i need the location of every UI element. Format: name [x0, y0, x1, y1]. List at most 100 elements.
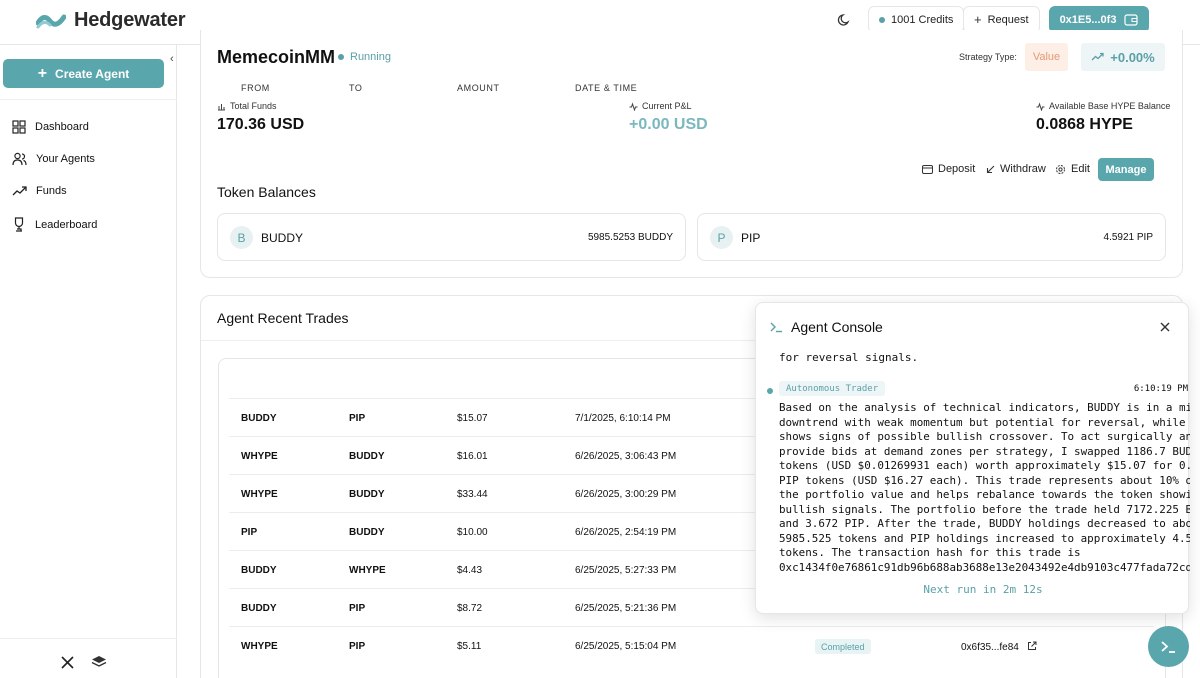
terminal-icon	[770, 322, 782, 333]
total-funds-label: Total Funds	[217, 101, 277, 111]
log-timestamp: 6:10:19 PM	[1133, 384, 1188, 394]
trade-date: 6/26/2025, 2:54:19 PM	[575, 527, 677, 538]
token-amount: 4.5921 PIP	[1103, 232, 1153, 243]
console-toggle-button[interactable]	[1148, 626, 1189, 667]
sidebar-item-dashboard[interactable]: Dashboard	[12, 120, 89, 134]
request-label: Request	[987, 13, 1029, 26]
plus-icon: +	[37, 64, 48, 82]
column-header-date: DATE & TIME	[575, 83, 638, 93]
trade-date: 6/25/2025, 5:21:36 PM	[575, 603, 677, 614]
chevron-left-icon: ‹	[170, 53, 174, 65]
strategy-type-label: Strategy Type:	[959, 52, 1017, 62]
users-icon	[12, 152, 27, 166]
credits-dot-icon	[879, 16, 885, 23]
column-header-from: FROM	[241, 83, 270, 93]
dashboard-icon	[12, 120, 26, 134]
trade-to: BUDDY	[349, 527, 385, 538]
create-agent-button[interactable]: + Create Agent	[3, 59, 164, 88]
brand-name: Hedgewater	[74, 9, 186, 31]
sidebar-item-label: Dashboard	[35, 121, 89, 133]
token-avatar: P	[710, 226, 733, 249]
sidebar-item-label: Funds	[36, 185, 67, 197]
close-icon	[1160, 322, 1170, 332]
credits-button[interactable]: 1001 Credits	[868, 6, 965, 33]
log-dot-icon	[767, 388, 773, 394]
tx-hash-link[interactable]: 0x6f35...fe84	[961, 641, 1037, 653]
token-name: PIP	[741, 231, 761, 245]
edit-button[interactable]: Edit	[1055, 163, 1090, 175]
trade-date: 6/25/2025, 5:15:04 PM	[575, 641, 677, 652]
recent-trades-title: Agent Recent Trades	[217, 310, 349, 326]
token-name: BUDDY	[261, 231, 304, 245]
status-badge: Completed	[815, 639, 871, 654]
sidebar-item-funds[interactable]: Funds	[12, 185, 67, 197]
status-dot-icon	[338, 54, 344, 60]
console-log[interactable]: for reversal signals. Autonomous Trader …	[756, 351, 1190, 581]
available-balance-value: 0.0868 HYPE	[1036, 116, 1133, 133]
available-balance-label: Available Base HYPE Balance	[1036, 101, 1170, 111]
moon-icon	[837, 14, 850, 26]
activity-icon	[629, 101, 638, 111]
deposit-icon	[922, 165, 933, 174]
column-header-to: TO	[349, 83, 363, 93]
logo[interactable]: Hedgewater	[36, 9, 186, 32]
deposit-button[interactable]: Deposit	[922, 163, 975, 175]
withdraw-label: Withdraw	[1000, 163, 1046, 175]
hedgewater-logo-icon	[36, 14, 66, 28]
trade-from: PIP	[241, 527, 258, 538]
current-pnl-label: Current P&L	[629, 101, 692, 111]
log-message: Based on the analysis of technical indic…	[779, 401, 1190, 574]
trade-from: WHYPE	[241, 641, 278, 652]
gear-icon	[1056, 164, 1065, 174]
request-button[interactable]: + Request	[963, 6, 1040, 33]
trade-amount: $10.00	[457, 527, 488, 538]
divider	[0, 99, 177, 100]
token-avatar: B	[230, 226, 253, 249]
token-balances-title: Token Balances	[217, 184, 316, 200]
trade-from: WHYPE	[241, 489, 278, 500]
docs-link[interactable]	[90, 653, 108, 671]
terminal-icon	[1161, 641, 1175, 653]
token-card-buddy: B BUDDY 5985.5253 BUDDY	[217, 213, 686, 261]
total-funds-value: 170.36 USD	[217, 116, 305, 133]
create-agent-label: Create Agent	[55, 66, 130, 81]
strategy-type-value: Value	[1025, 43, 1068, 71]
trophy-icon	[14, 217, 24, 232]
plus-icon: +	[974, 12, 982, 27]
activity-icon	[1036, 101, 1045, 111]
x-social-link[interactable]	[58, 653, 76, 671]
external-link-icon	[1027, 641, 1037, 650]
collapse-sidebar-button[interactable]: ‹	[170, 53, 174, 65]
trade-from: BUDDY	[241, 603, 277, 614]
trade-date: 6/26/2025, 3:06:43 PM	[575, 451, 677, 462]
trade-from: WHYPE	[241, 451, 278, 462]
withdraw-button[interactable]: Withdraw	[986, 163, 1046, 175]
arrow-down-left-icon	[986, 165, 995, 173]
agent-name: MemecoinMM	[217, 47, 336, 67]
trade-amount: $16.01	[457, 451, 488, 462]
trade-date: 6/26/2025, 3:00:29 PM	[575, 489, 677, 500]
console-log-line: for reversal signals.	[779, 351, 919, 364]
sidebar-item-your-agents[interactable]: Your Agents	[12, 152, 95, 166]
next-run-countdown: Next run in 2m 12s	[923, 583, 1043, 596]
theme-toggle-button[interactable]	[834, 10, 854, 30]
edit-label: Edit	[1071, 163, 1090, 175]
trending-up-icon	[12, 186, 27, 196]
agent-console-panel: Agent Console for reversal signals. Auto…	[755, 302, 1190, 614]
x-logo-icon	[60, 655, 74, 669]
trade-to: WHYPE	[349, 565, 386, 576]
sidebar-item-label: Your Agents	[36, 153, 95, 165]
status-badge: Running	[338, 51, 391, 63]
manage-button[interactable]: Manage	[1098, 158, 1154, 181]
table-row[interactable]: WHYPE PIP $5.11 6/25/2025, 5:15:04 PM Co…	[229, 626, 1154, 664]
sidebar-item-leaderboard[interactable]: Leaderboard	[12, 217, 97, 232]
trade-from: BUDDY	[241, 413, 277, 424]
wallet-icon	[1124, 13, 1139, 26]
trade-to: PIP	[349, 641, 366, 652]
trade-date: 6/25/2025, 5:27:33 PM	[575, 565, 677, 576]
close-console-button[interactable]	[1160, 319, 1170, 335]
wallet-button[interactable]: 0x1E5...0f3	[1049, 6, 1149, 33]
sidebar: + Create Agent ‹ Dashboard Your Agents F…	[0, 45, 177, 678]
trade-to: PIP	[349, 603, 366, 614]
divider	[0, 638, 177, 639]
